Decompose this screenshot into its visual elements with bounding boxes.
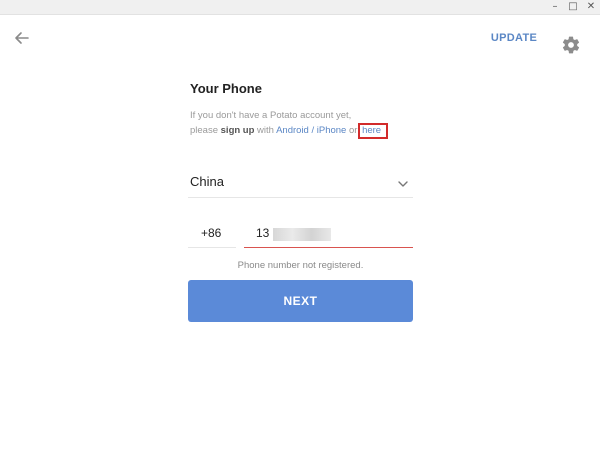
here-link[interactable]: here	[358, 123, 389, 139]
phone-number-input[interactable]: 13	[244, 222, 413, 248]
info-line-1: If you don't have a Potato account yet,	[190, 110, 352, 121]
country-code-field[interactable]: +86	[188, 222, 236, 248]
sign-up-text: sign up	[220, 125, 255, 136]
chevron-down-icon	[398, 181, 408, 187]
maximize-button[interactable]: □	[566, 1, 580, 13]
close-button[interactable]: ✕	[584, 1, 598, 13]
country-select[interactable]: China	[188, 170, 413, 198]
phone-number-value: 13	[256, 226, 270, 240]
title-bar: – □ ✕	[0, 0, 600, 15]
page-title: Your Phone	[190, 81, 262, 96]
back-button[interactable]	[12, 28, 32, 48]
next-button[interactable]: NEXT	[188, 280, 413, 322]
update-link[interactable]: UPDATE	[486, 30, 542, 46]
arrow-left-icon	[15, 32, 29, 44]
info-with: with	[254, 125, 277, 136]
settings-button[interactable]	[561, 35, 581, 55]
android-iphone-link[interactable]: Android / iPhone	[276, 125, 346, 136]
info-line-2: please sign up with Android / iPhone or …	[190, 123, 413, 139]
minimize-button[interactable]: –	[548, 1, 562, 13]
country-code-value: +86	[201, 226, 222, 240]
app-window: – □ ✕ UPDATE Your Phone If you don't hav…	[0, 0, 600, 450]
phone-number-redaction	[273, 228, 331, 241]
signup-info: If you don't have a Potato account yet, …	[190, 108, 413, 139]
login-form: Your Phone If you don't have a Potato ac…	[188, 80, 413, 322]
gear-icon	[562, 36, 580, 54]
info-prefix: please	[190, 125, 221, 136]
country-value: China	[190, 174, 224, 189]
error-message: Phone number not registered.	[237, 260, 364, 271]
